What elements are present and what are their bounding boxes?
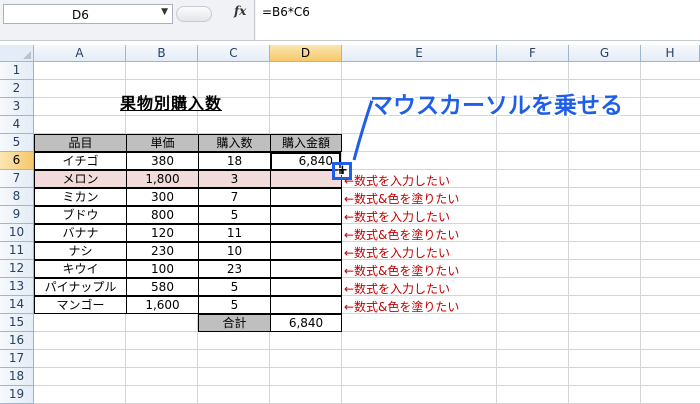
table-cell-qty[interactable]: 10 xyxy=(198,242,271,260)
name-box[interactable]: D6 ▼ xyxy=(3,4,173,24)
row-header-19[interactable]: 19 xyxy=(0,386,34,404)
column-header-f[interactable]: F xyxy=(497,45,569,62)
table-cell-qty[interactable]: 5 xyxy=(198,296,271,314)
column-header-b[interactable]: B xyxy=(126,45,198,62)
column-header-d[interactable]: D xyxy=(270,45,342,62)
name-box-value: D6 xyxy=(72,8,89,22)
gridline xyxy=(34,385,700,386)
table-cell-qty[interactable]: 5 xyxy=(198,278,271,296)
gridline xyxy=(34,79,700,80)
column-header-g[interactable]: G xyxy=(569,45,641,62)
row-header-13[interactable]: 13 xyxy=(0,278,34,296)
row-header-6[interactable]: 6 xyxy=(0,152,34,170)
table-header-amount[interactable]: 購入金額 xyxy=(270,134,342,152)
table-cell-amount[interactable] xyxy=(270,206,342,224)
table-cell-qty[interactable]: 3 xyxy=(198,170,271,188)
table-cell-price[interactable]: 120 xyxy=(126,224,199,242)
formula-bar-controls[interactable] xyxy=(176,6,212,22)
table-cell-qty[interactable]: 5 xyxy=(198,206,271,224)
row-header-15[interactable]: 15 xyxy=(0,314,34,332)
row-header-7[interactable]: 7 xyxy=(0,170,34,188)
annotation-note: ←数式&色を塗りたい xyxy=(344,300,460,314)
row-header-17[interactable]: 17 xyxy=(0,350,34,368)
row-header-8[interactable]: 8 xyxy=(0,188,34,206)
table-cell-price[interactable]: 1,800 xyxy=(126,170,199,188)
callout-text: マウスカーソルを乗せる xyxy=(370,93,623,119)
table-cell-item[interactable]: メロン xyxy=(34,170,127,188)
table-cell-amount[interactable] xyxy=(270,296,342,314)
row-header-1[interactable]: 1 xyxy=(0,62,34,80)
row-header-12[interactable]: 12 xyxy=(0,260,34,278)
gridline xyxy=(34,367,700,368)
table-cell-price[interactable]: 100 xyxy=(126,260,199,278)
table-header-qty[interactable]: 購入数 xyxy=(198,134,271,152)
table-cell-price[interactable]: 230 xyxy=(126,242,199,260)
table-cell-item[interactable]: マンゴー xyxy=(34,296,127,314)
formula-bar: D6 ▼ fx =B6*C6 xyxy=(0,0,700,41)
table-cell-item[interactable]: バナナ xyxy=(34,224,127,242)
row-header-14[interactable]: 14 xyxy=(0,296,34,314)
column-header-e[interactable]: E xyxy=(342,45,497,62)
insert-function-icon[interactable]: fx xyxy=(234,4,246,18)
formula-bar-divider xyxy=(254,0,255,40)
table-cell-item[interactable]: イチゴ xyxy=(34,152,127,170)
annotation-note: ←数式を入力したい xyxy=(344,210,451,224)
total-label[interactable]: 合計 xyxy=(198,314,271,332)
row-header-10[interactable]: 10 xyxy=(0,224,34,242)
row-header-4[interactable]: 4 xyxy=(0,116,34,134)
annotation-note: ←数式&色を塗りたい xyxy=(344,228,460,242)
column-header-a[interactable]: A xyxy=(34,45,126,62)
table-cell-qty[interactable]: 11 xyxy=(198,224,271,242)
annotation-note: ←数式&色を塗りたい xyxy=(344,264,460,278)
formula-input[interactable]: =B6*C6 xyxy=(256,0,700,40)
select-all-icon xyxy=(23,51,31,59)
table-cell-price[interactable]: 380 xyxy=(126,152,199,170)
select-all-button[interactable] xyxy=(0,45,34,62)
active-cell-d6[interactable]: 6,840 xyxy=(270,152,341,171)
table-header-item[interactable]: 品目 xyxy=(34,134,127,152)
table-cell-item[interactable]: ナシ xyxy=(34,242,127,260)
table-cell-amount[interactable] xyxy=(270,242,342,260)
gridline xyxy=(640,62,641,404)
annotation-note: ←数式&色を塗りたい xyxy=(344,192,460,206)
total-value[interactable]: 6,840 xyxy=(270,314,342,332)
table-cell-price[interactable]: 1,600 xyxy=(126,296,199,314)
gridline xyxy=(34,331,700,332)
table-cell-price[interactable]: 300 xyxy=(126,188,199,206)
table-cell-item[interactable]: パイナップル xyxy=(34,278,127,296)
column-header-c[interactable]: C xyxy=(198,45,270,62)
row-header-9[interactable]: 9 xyxy=(0,206,34,224)
table-cell-item[interactable]: ミカン xyxy=(34,188,127,206)
annotation-note: ←数式を入力したい xyxy=(344,246,451,260)
sheet-title: 果物別購入数 xyxy=(120,94,223,113)
table-cell-amount[interactable] xyxy=(270,260,342,278)
table-cell-item[interactable]: ブドウ xyxy=(34,206,127,224)
table-cell-amount[interactable] xyxy=(270,278,342,296)
gridline xyxy=(34,349,700,350)
table-header-price[interactable]: 単価 xyxy=(126,134,199,152)
row-header-11[interactable]: 11 xyxy=(0,242,34,260)
annotation-note: ←数式を入力したい xyxy=(344,174,451,188)
table-cell-amount[interactable] xyxy=(270,224,342,242)
row-header-5[interactable]: 5 xyxy=(0,134,34,152)
table-cell-price[interactable]: 580 xyxy=(126,278,199,296)
table-cell-item[interactable]: キウイ xyxy=(34,260,127,278)
row-header-18[interactable]: 18 xyxy=(0,368,34,386)
row-header-3[interactable]: 3 xyxy=(0,98,34,116)
formula-text: =B6*C6 xyxy=(262,5,310,19)
annotation-note: ←数式を入力したい xyxy=(344,282,451,296)
column-header-h[interactable]: H xyxy=(641,45,700,62)
row-header-16[interactable]: 16 xyxy=(0,332,34,350)
table-cell-amount[interactable] xyxy=(270,188,342,206)
row-header-2[interactable]: 2 xyxy=(0,80,34,98)
table-cell-qty[interactable]: 18 xyxy=(198,152,271,170)
table-cell-qty[interactable]: 23 xyxy=(198,260,271,278)
table-cell-price[interactable]: 800 xyxy=(126,206,199,224)
table-cell-qty[interactable]: 7 xyxy=(198,188,271,206)
chevron-down-icon[interactable]: ▼ xyxy=(161,7,168,17)
